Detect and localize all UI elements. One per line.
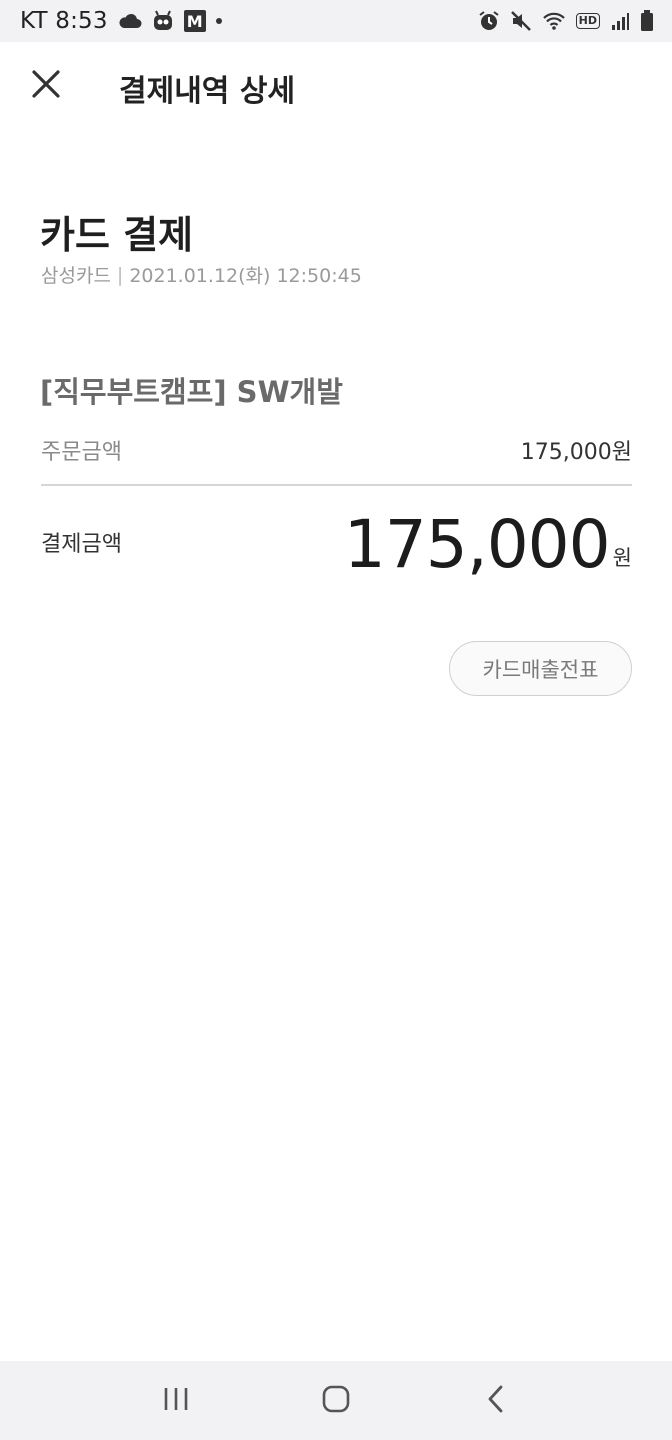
more-notifications-dot-icon <box>215 18 222 24</box>
back-icon <box>484 1384 508 1418</box>
mute-icon <box>510 10 532 32</box>
close-button[interactable] <box>28 68 64 104</box>
order-amount-row: 주문금액 175,000원 <box>41 434 632 466</box>
status-bar: KT 8:53 M HD <box>0 0 672 42</box>
back-button[interactable] <box>466 1371 526 1431</box>
order-amount-value: 175,000원 <box>520 440 632 465</box>
status-bar-left: KT 8:53 M <box>20 8 222 34</box>
total-amount-value: 175,000 <box>343 506 611 583</box>
payment-type-title: 카드 결제 <box>40 213 194 257</box>
carrier-time: KT 8:53 <box>20 8 108 34</box>
app-bar: 결제내역 상세 <box>0 42 672 134</box>
card-name: 삼성카드 <box>41 265 111 287</box>
gmail-m-icon: M <box>183 10 206 32</box>
home-button[interactable] <box>306 1371 366 1431</box>
cloud-icon <box>118 13 142 29</box>
divider <box>41 484 632 486</box>
total-amount-row: 결제금액 175,000 원 <box>41 508 632 582</box>
payment-meta: 삼성카드 | 2021.01.12(화) 12:50:45 <box>41 261 362 288</box>
battery-icon <box>640 10 654 32</box>
product-name: [직무부트캠프] SW개발 <box>40 375 343 409</box>
total-amount: 175,000 원 <box>344 508 632 582</box>
page-title: 결제내역 상세 <box>119 74 296 109</box>
app-notification-icon <box>152 10 174 32</box>
system-nav-bar <box>0 1361 672 1440</box>
total-amount-label: 결제금액 <box>41 532 122 557</box>
meta-separator: | <box>116 263 124 286</box>
payment-datetime: 2021.01.12(화) 12:50:45 <box>129 265 362 287</box>
recents-button[interactable] <box>146 1371 206 1431</box>
order-amount-label: 주문금액 <box>41 440 122 465</box>
alarm-icon <box>478 10 500 32</box>
home-icon <box>321 1384 351 1418</box>
recents-icon <box>162 1385 190 1417</box>
hd-voice-icon: HD <box>575 13 600 29</box>
signal-icon <box>610 11 630 31</box>
card-receipt-button[interactable]: 카드매출전표 <box>449 641 632 696</box>
total-amount-unit: 원 <box>612 546 632 570</box>
wifi-icon <box>542 11 566 31</box>
status-bar-right: HD <box>478 10 654 32</box>
close-icon <box>31 69 61 103</box>
